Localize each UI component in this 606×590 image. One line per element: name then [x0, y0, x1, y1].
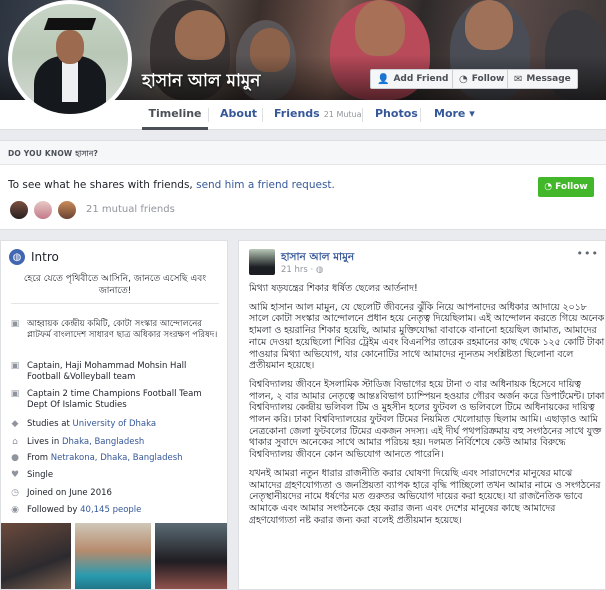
profile-name[interactable]: হাসান আল মামুন	[142, 68, 260, 96]
mutual-friend-avatar[interactable]	[56, 199, 78, 221]
briefcase-icon: ▣	[10, 319, 20, 329]
graduation-cap-icon: ◆	[11, 419, 19, 429]
post-card: হাসান আল মামুন 21 hrs · ◍ ••• মিথ্যা ষড়…	[238, 240, 606, 590]
post-paragraph: যখনই আমরা নতুন ধারার রাজনীতি করার ঘোষণা …	[249, 467, 601, 526]
intro-bio: হেরে যেতে পৃথিবীতে আসিনি, জানতে এসেছি এব…	[11, 273, 219, 304]
globe-icon: ◍	[9, 249, 25, 265]
follow-green-button[interactable]: ◔ Follow	[538, 177, 594, 197]
do-you-know-card: DO YOU KNOW হাসান? To see what he shares…	[0, 140, 606, 230]
tab-about[interactable]: About	[220, 100, 257, 130]
friend-request-prompt: To see what he shares with friends, send…	[8, 179, 335, 191]
intro-photo[interactable]	[1, 523, 71, 589]
intro-item-work: ▣ Captain 2 time Champions Football Team…	[10, 389, 202, 410]
current-city-link[interactable]: Dhaka, Bangladesh	[62, 437, 144, 447]
message-button[interactable]: ✉ Message	[507, 69, 578, 89]
intro-photos	[1, 523, 227, 589]
rss-icon: ◔	[459, 73, 468, 85]
intro-photo[interactable]	[155, 523, 227, 589]
tab-timeline[interactable]: Timeline	[142, 100, 208, 130]
mutual-friend-avatar[interactable]	[32, 199, 54, 221]
intro-item-home: ⌂ Lives in Dhaka, Bangladesh	[9, 437, 221, 448]
followers-icon: ◉	[11, 505, 19, 515]
intro-item-followers: ◉ Followed by 40,145 people	[9, 505, 221, 516]
send-friend-request-link[interactable]: send him a friend request.	[196, 179, 335, 191]
location-pin-icon: ●	[11, 453, 19, 463]
add-friend-button[interactable]: 👤 Add Friend	[370, 69, 456, 89]
post-options-icon[interactable]: •••	[577, 247, 599, 260]
post-paragraph: আমি হাসান আল মামুন, যে ছেলেটি জীবনের ঝুঁ…	[249, 301, 605, 372]
post-author-avatar[interactable]	[249, 249, 275, 275]
messenger-icon: ✉	[514, 73, 523, 85]
tab-more[interactable]: More ▾	[434, 100, 475, 130]
mutual-friend-avatar[interactable]	[8, 199, 30, 221]
post-paragraph: বিশ্ববিদ্যালয় জীবনে ইসলামিক স্টাডিজ বিভ…	[249, 378, 605, 461]
globe-icon: ◍	[315, 265, 324, 275]
intro-item-work: ▣ আহ্বায়ক কেন্দ্রীয় কমিটি, কোটা সংস্কা…	[10, 319, 218, 340]
followers-link[interactable]: 40,145 people	[80, 505, 141, 515]
rss-icon: ◔	[544, 182, 553, 192]
home-icon: ⌂	[12, 437, 18, 447]
tab-friends[interactable]: Friends 21 Mutual	[274, 100, 364, 130]
chevron-down-icon: ▾	[469, 107, 475, 120]
university-link[interactable]: University of Dhaka	[72, 419, 156, 429]
intro-photo[interactable]	[75, 523, 151, 589]
post-text: মিথ্যা ষড়যন্ত্রের শিকার ধর্ষিত ছেলের আর…	[249, 283, 605, 533]
tab-photos[interactable]: Photos	[375, 100, 418, 130]
intro-item-work: ▣ Captain, Haji Mohammad Mohsin Hall Foo…	[10, 361, 187, 382]
intro-card: ◍ Intro হেরে যেতে পৃথিবীতে আসিনি, জানতে …	[0, 240, 228, 590]
profile-picture[interactable]	[8, 0, 132, 118]
intro-item-hometown: ● From Netrakona, Dhaka, Bangladesh	[9, 453, 221, 464]
intro-item-education: ◆ Studies at University of Dhaka	[9, 419, 221, 430]
add-friend-icon: 👤	[377, 73, 390, 85]
intro-item-joined: ◷ Joined on June 2016	[9, 488, 221, 499]
briefcase-icon: ▣	[10, 361, 20, 371]
intro-header: ◍ Intro	[9, 249, 59, 265]
card-header: DO YOU KNOW হাসান?	[0, 141, 606, 165]
intro-item-relationship: ♥ Single	[10, 470, 54, 480]
post-timestamp[interactable]: 21 hrs · ◍	[281, 265, 323, 275]
clock-icon: ◷	[11, 488, 19, 498]
briefcase-icon: ▣	[10, 389, 20, 399]
follow-button[interactable]: ◔ Follow	[452, 69, 512, 89]
mutual-friends-count[interactable]: 21 mutual friends	[86, 204, 175, 215]
hometown-link[interactable]: Netrakona, Dhaka, Bangladesh	[51, 453, 183, 463]
post-paragraph: মিথ্যা ষড়যন্ত্রের শিকার ধর্ষিত ছেলের আর…	[249, 283, 418, 294]
heart-icon: ♥	[10, 470, 20, 480]
